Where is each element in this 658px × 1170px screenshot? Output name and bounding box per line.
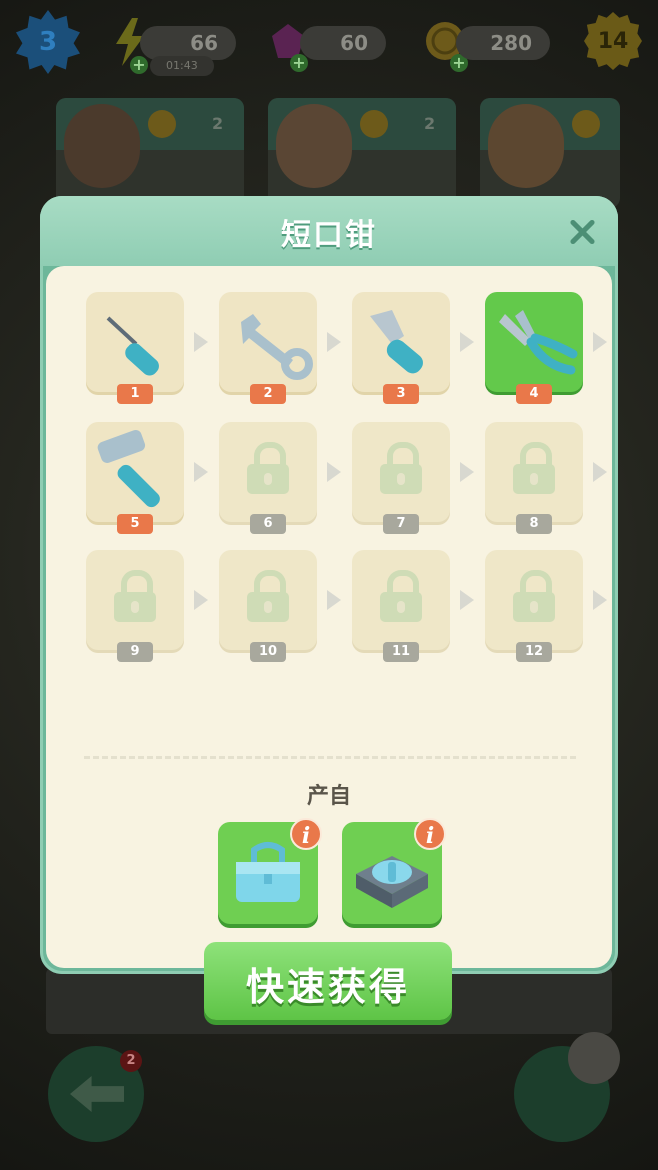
order-count: 2 [424,114,436,133]
coin-icon [148,110,176,138]
chain-item-1[interactable]: 1 [86,292,184,404]
player-level: 3 [38,27,58,57]
close-button[interactable] [564,214,600,250]
energy-counter: 66 [140,26,236,60]
chain-level-label: 11 [383,642,419,662]
source-crate-button[interactable]: i [342,818,446,924]
add-energy-button[interactable]: + [130,56,148,74]
player-level-badge[interactable]: 3 [16,10,80,74]
quick-obtain-button[interactable]: 快速获得 [204,942,452,1020]
chevron-right-icon [593,332,607,352]
energy-timer-box: 01:43 [150,56,214,76]
back-arrow-icon [70,1076,124,1112]
chevron-right-icon [460,462,474,482]
chevron-right-icon [593,462,607,482]
lock-icon [247,442,289,494]
lock-icon [380,442,422,494]
chain-item-11[interactable]: 11 [352,550,450,662]
hammer-icon [86,426,184,520]
chain-item-12[interactable]: 12 [485,550,583,662]
info-icon[interactable]: i [414,818,446,850]
lock-icon [380,570,422,622]
customer-avatar [64,104,140,188]
chevron-right-icon [460,590,474,610]
top-bar: 3 + 66 01:43 + 60 + 280 14 [0,0,658,90]
lock-icon [513,570,555,622]
divider [84,756,576,759]
coin-icon [572,110,600,138]
lock-icon [513,442,555,494]
chevron-right-icon [194,332,208,352]
chain-item-8[interactable]: 8 [485,422,583,534]
screwdriver-icon [86,296,184,390]
item-info-modal: 短口钳 1 2 3 4 5 6 7 8 9 10 11 12 产自 i i 快速… [40,196,618,1020]
chevron-right-icon [194,462,208,482]
chain-level-label: 7 [383,514,419,534]
chain-item-9[interactable]: 9 [86,550,184,662]
gems-counter: 60 [300,26,386,60]
xp-level-badge[interactable]: 14 [584,12,642,70]
chain-level-label: 10 [250,642,286,662]
chain-level-label: 4 [516,384,552,404]
pliers-icon [485,296,583,390]
customer-avatar [276,104,352,188]
quick-obtain-label: 快速获得 [245,965,410,1009]
coin-icon [360,110,388,138]
chain-item-5[interactable]: 5 [86,422,184,534]
coins-value: 280 [490,31,532,55]
notification-badge: 2 [120,1050,142,1072]
energy-timer: 01:43 [166,59,198,72]
order-count: 2 [212,114,224,133]
chain-level-label: 5 [117,514,153,534]
chevron-right-icon [327,332,341,352]
chevron-right-icon [194,590,208,610]
coins-counter: 280 [456,26,550,60]
add-gems-button[interactable]: + [290,54,308,72]
chain-item-2[interactable]: 2 [219,292,317,404]
gems-value: 60 [340,31,368,55]
chain-item-6[interactable]: 6 [219,422,317,534]
wrench-icon [219,296,317,390]
chevron-right-icon [460,332,474,352]
energy-value: 66 [190,31,218,55]
lock-icon [247,570,289,622]
chevron-right-icon [327,462,341,482]
source-toolbox-button[interactable]: i [218,818,322,924]
order-card[interactable] [480,98,620,208]
chain-item-3[interactable]: 3 [352,292,450,404]
chain-level-label: 3 [383,384,419,404]
chain-level-label: 12 [516,642,552,662]
modal-panel: 1 2 3 4 5 6 7 8 9 10 11 12 产自 i i 快速获得 [46,266,612,1020]
customer-avatar [488,104,564,188]
source-label: 产自 [306,784,351,809]
modal-title: 短口钳 [281,218,377,253]
order-card[interactable]: 2 [268,98,456,208]
info-icon[interactable]: i [290,818,322,850]
chain-item-7[interactable]: 7 [352,422,450,534]
lock-icon [114,570,156,622]
chain-level-label: 8 [516,514,552,534]
inventory-bubble [568,1032,620,1084]
chain-level-label: 2 [250,384,286,404]
xp-level: 14 [597,28,629,54]
chevron-right-icon [593,590,607,610]
putty-knife-icon [352,296,450,390]
order-card[interactable]: 2 [56,98,244,208]
chain-level-label: 6 [250,514,286,534]
chain-item-10[interactable]: 10 [219,550,317,662]
chevron-right-icon [327,590,341,610]
chain-level-label: 9 [117,642,153,662]
chain-item-4[interactable]: 4 [485,292,583,404]
chain-level-label: 1 [117,384,153,404]
